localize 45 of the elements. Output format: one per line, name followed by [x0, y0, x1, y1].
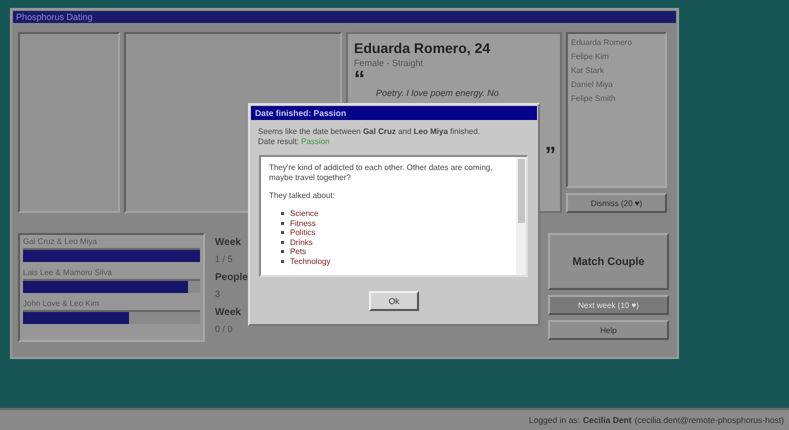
dialog-message: Seems like the date between Gal Cruz and Leo Miya finished.	[258, 127, 481, 137]
open-quote: “	[354, 70, 365, 84]
status-label: Logged in as:	[528, 415, 580, 425]
topic-item: Pets	[290, 247, 306, 256]
ok-button[interactable]: Ok	[369, 290, 419, 310]
dialog-title: Date finished: Passion	[251, 106, 537, 120]
date-description: They're kind of addicted to each other. Other dates are coming, maybe travel together?	[269, 163, 494, 183]
topic-item: Science	[290, 209, 318, 218]
window-title: Phosphorus Dating	[13, 11, 676, 23]
bullet-icon	[281, 222, 284, 225]
bullet-icon	[281, 240, 284, 244]
person-item[interactable]: Eduarda Romero	[570, 36, 663, 50]
couple-name: John Love & Leo Kim	[23, 299, 100, 308]
person-item[interactable]: Kat Stark	[570, 64, 663, 78]
action-button[interactable]: Help	[548, 320, 669, 340]
person-item[interactable]: Felipe Smith	[570, 92, 663, 106]
match-button[interactable]: Match Couple	[548, 233, 669, 290]
bullet-icon	[281, 260, 284, 263]
dismiss-button[interactable]: Dismiss (20 ♥)	[566, 193, 667, 213]
profile-name: Eduarda Romero, 24	[354, 40, 492, 56]
person-item[interactable]: Felipe Kim	[570, 50, 663, 64]
bullet-icon	[281, 212, 284, 216]
bullet-icon	[281, 231, 284, 234]
bullet-icon	[281, 250, 284, 254]
date-result: Date result: Passion	[258, 137, 331, 147]
topic-item: Drinks	[290, 238, 313, 247]
stat-label: Week	[215, 307, 241, 318]
topic-item: Technology	[290, 256, 330, 266]
user-email: (cecilia.dent@remote-phosphorus-host)	[634, 415, 784, 425]
scrollbar[interactable]	[516, 157, 526, 275]
topic-item: Fitness	[290, 218, 316, 228]
profile-subtitle: Female - Straight	[354, 58, 424, 68]
couple-name: Gal Cruz & Leo Miya	[23, 237, 98, 246]
topics-intro: They talked about:	[269, 191, 336, 201]
stat-value: 0 / 0	[215, 324, 233, 334]
stat-label: Week	[215, 237, 241, 248]
stat-value: 1 / 5	[215, 254, 233, 264]
user-name: Cecilia Dent	[582, 415, 632, 425]
person-item[interactable]: Daniel Miya	[570, 78, 663, 92]
close-quote: ”	[545, 146, 556, 164]
profile-bio: Poetry. I love poem energy. No	[375, 88, 500, 98]
couple-name: Lais Lee & Mamoru Silva	[23, 268, 113, 277]
stat-value: 3	[215, 289, 220, 299]
topic-item: Politics	[290, 228, 316, 238]
stat-label: People	[215, 272, 248, 283]
